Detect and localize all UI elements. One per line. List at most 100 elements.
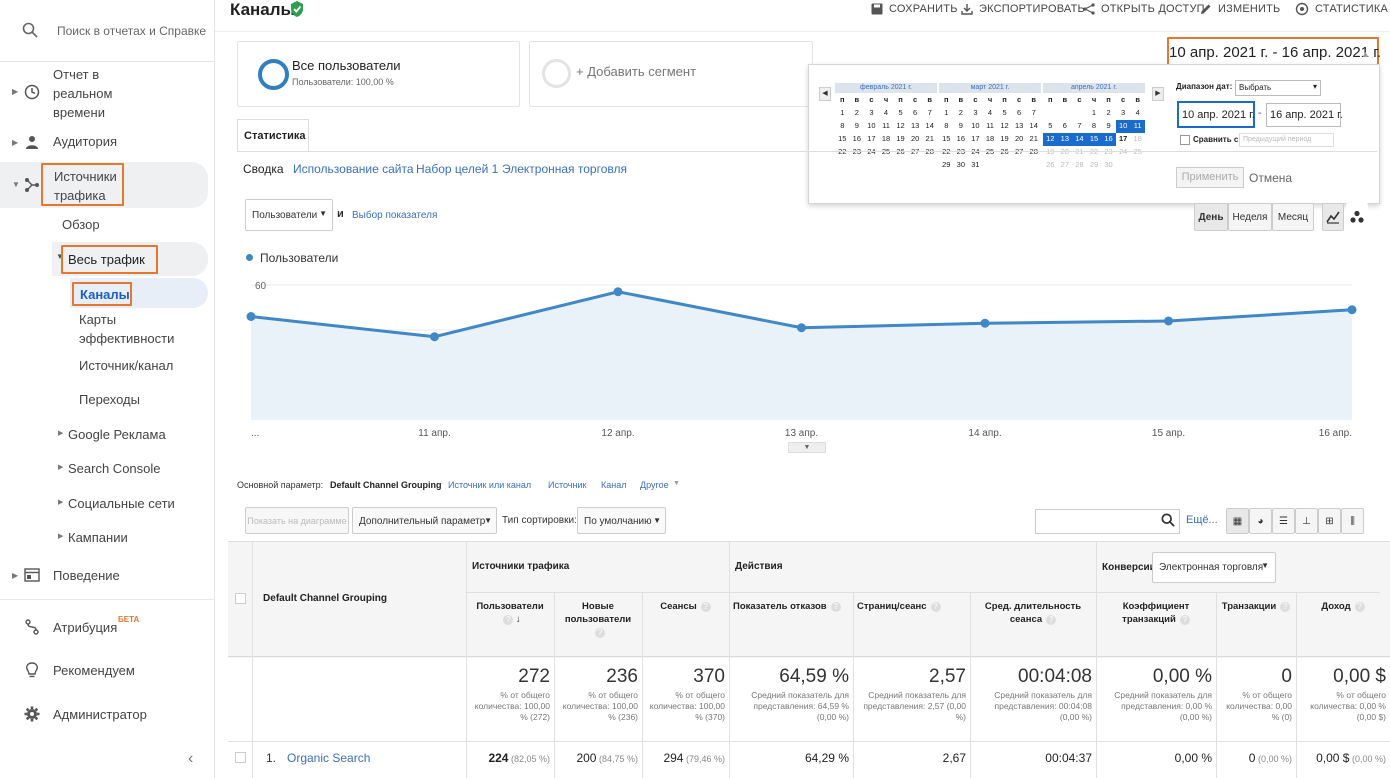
nav-all-traffic[interactable]: Весь трафик: [61, 245, 158, 274]
dimension-other[interactable]: Другое: [640, 480, 669, 490]
sort-arrow-icon[interactable]: ↓: [513, 614, 521, 625]
calendar-day[interactable]: 9: [1101, 120, 1116, 133]
week-button[interactable]: Неделя: [1228, 203, 1272, 231]
motion-chart-button[interactable]: [1346, 203, 1368, 231]
calendar-day[interactable]: 15: [835, 133, 850, 146]
view-comparison-icon[interactable]: ⊥: [1295, 508, 1318, 534]
tab-explorer[interactable]: Статистика: [237, 119, 309, 152]
nav-referrals[interactable]: Переходы: [79, 390, 140, 409]
export-button[interactable]: ЭКСПОРТИРОВАТЬ: [961, 0, 1085, 18]
help-icon[interactable]: ?: [503, 615, 514, 625]
report-search[interactable]: Поиск в отчетах и Справке: [0, 0, 215, 62]
calendar-day[interactable]: 22: [939, 146, 954, 159]
calendar-day[interactable]: 2: [850, 107, 865, 120]
dimension-source-medium[interactable]: Источник или канал: [448, 480, 531, 490]
calendar-day[interactable]: 25: [1130, 146, 1145, 159]
calendar-day[interactable]: 17: [968, 133, 983, 146]
nav-campaigns[interactable]: Кампании: [68, 528, 128, 547]
help-icon[interactable]: ?: [830, 602, 841, 612]
row-channel-link[interactable]: Organic Search: [287, 751, 370, 765]
row-checkbox[interactable]: [235, 752, 246, 763]
calendar-day[interactable]: 27: [1012, 146, 1027, 159]
calendar-day[interactable]: 25: [879, 146, 894, 159]
help-icon[interactable]: ?: [1046, 615, 1057, 625]
column-header[interactable]: Страниц/сеанс?: [857, 600, 966, 613]
help-icon[interactable]: ?: [930, 602, 941, 612]
plot-rows-button[interactable]: Показать на диаграмме: [245, 507, 349, 534]
calendar-day[interactable]: 4: [879, 107, 894, 120]
dimension-medium[interactable]: Канал: [601, 480, 626, 490]
compare-checkbox[interactable]: [1180, 135, 1190, 145]
column-header[interactable]: Коэффициент транзакций?: [1100, 600, 1212, 626]
view-performance-icon[interactable]: ☰: [1272, 508, 1295, 534]
nav-channels[interactable]: Каналы: [72, 282, 132, 306]
calendar-day[interactable]: 28: [922, 146, 937, 159]
column-header[interactable]: Новые пользователи?: [558, 600, 638, 639]
month-button[interactable]: Месяц: [1272, 203, 1314, 231]
calendar-day[interactable]: 20: [908, 133, 923, 146]
calendar-day[interactable]: 3: [1116, 107, 1131, 120]
calendar-day[interactable]: 3: [864, 107, 879, 120]
subtab-site-usage[interactable]: Использование сайта: [293, 162, 414, 176]
calendar-day[interactable]: 3: [968, 107, 983, 120]
calendar-day[interactable]: 14: [1072, 133, 1087, 146]
calendar-day[interactable]: 27: [908, 146, 923, 159]
calendar-day[interactable]: 19: [997, 133, 1012, 146]
calendar-day[interactable]: 9: [850, 120, 865, 133]
calendar-day[interactable]: 26: [1043, 159, 1058, 172]
calendar-day[interactable]: 6: [1058, 120, 1073, 133]
view-term-cloud-icon[interactable]: ⊞: [1318, 508, 1341, 534]
calendar-day[interactable]: 2: [1101, 107, 1116, 120]
calendar-day[interactable]: 24: [864, 146, 879, 159]
add-segment[interactable]: + Добавить сегмент: [529, 41, 813, 107]
nav-overview[interactable]: Обзор: [62, 215, 100, 234]
calendar-day[interactable]: 1: [1087, 107, 1102, 120]
calendar-day[interactable]: 11: [1130, 120, 1145, 133]
secondary-dimension-select[interactable]: Дополнительный параметр ▼: [352, 507, 497, 534]
calendar-prev-icon[interactable]: ◀: [819, 87, 831, 101]
calendar-day[interactable]: 21: [922, 133, 937, 146]
calendar-day[interactable]: 7: [922, 107, 937, 120]
calendar-day[interactable]: 8: [1087, 120, 1102, 133]
subtab-ecommerce[interactable]: Электронная торговля: [502, 162, 627, 176]
help-icon[interactable]: ?: [1354, 602, 1365, 612]
nav-search-console[interactable]: Search Console: [68, 459, 161, 478]
save-button[interactable]: СОХРАНИТЬ: [871, 0, 958, 18]
column-header[interactable]: Доход?: [1300, 600, 1386, 613]
calendar-day[interactable]: 15: [939, 133, 954, 146]
calendar-day[interactable]: 12: [997, 120, 1012, 133]
nav-google-ads[interactable]: Google Реклама: [68, 425, 166, 444]
calendar-day[interactable]: 8: [939, 120, 954, 133]
calendar-day[interactable]: 20: [1012, 133, 1027, 146]
view-data-grid-icon[interactable]: ▦: [1226, 508, 1249, 534]
calendar-day[interactable]: 10: [864, 120, 879, 133]
edit-button[interactable]: ИЗМЕНИТЬ: [1200, 0, 1280, 18]
search-placeholder[interactable]: Поиск в отчетах и Справке: [57, 24, 207, 40]
column-header[interactable]: Сред. длительность сеанса?: [974, 600, 1092, 626]
calendar-next-icon[interactable]: ▶: [1152, 87, 1164, 101]
calendar-day[interactable]: 8: [835, 120, 850, 133]
advanced-link[interactable]: Ещё...: [1186, 514, 1218, 526]
calendar-day[interactable]: 6: [908, 107, 923, 120]
table-search-input[interactable]: [1035, 509, 1180, 534]
start-date-input[interactable]: 10 апр. 2021 г.: [1177, 101, 1255, 128]
calendar-day[interactable]: 19: [893, 133, 908, 146]
calendar-day[interactable]: 9: [954, 120, 969, 133]
calendar-day[interactable]: 4: [983, 107, 998, 120]
search-icon[interactable]: [1161, 513, 1175, 530]
view-pivot-icon[interactable]: ⫼: [1341, 508, 1364, 534]
compare-select[interactable]: Предыдущий период: [1239, 133, 1334, 147]
dimension-active[interactable]: Default Channel Grouping: [330, 480, 442, 490]
select-all-checkbox[interactable]: [235, 593, 246, 604]
nav-social[interactable]: Социальные сети: [68, 494, 175, 513]
column-header[interactable]: Транзакции?: [1220, 600, 1292, 613]
calendar-day[interactable]: 16: [850, 133, 865, 146]
calendar-day[interactable]: 23: [1101, 146, 1116, 159]
calendar-day[interactable]: 18: [983, 133, 998, 146]
calendar-day[interactable]: 16: [1101, 133, 1116, 146]
calendar-day[interactable]: 4: [1130, 107, 1145, 120]
calendar-day[interactable]: 17: [1116, 133, 1131, 146]
calendar-day[interactable]: 2: [954, 107, 969, 120]
share-button[interactable]: ОТКРЫТЬ ДОСТУП: [1083, 0, 1205, 18]
calendar-day[interactable]: 22: [835, 146, 850, 159]
